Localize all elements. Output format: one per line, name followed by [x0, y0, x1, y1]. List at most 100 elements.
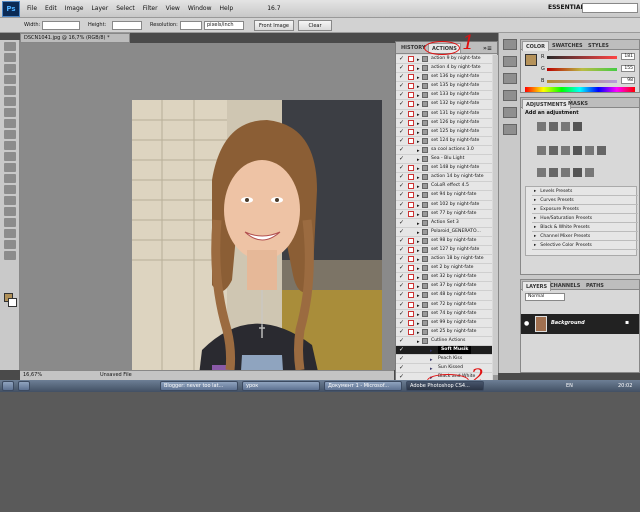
r-value[interactable]: 181	[621, 53, 635, 60]
b-value[interactable]: 98	[621, 77, 635, 84]
action-set-row[interactable]: ✓ ▸ CoLoR effect 4.5	[396, 182, 492, 192]
dialog-toggle-icon[interactable]	[408, 92, 414, 99]
preset-black-white[interactable]: ▸ Black & White Presets	[532, 225, 638, 232]
menu-filter[interactable]: Filter	[143, 5, 158, 12]
expand-triangle-icon[interactable]: ▸	[417, 65, 420, 73]
g-slider[interactable]	[547, 68, 617, 71]
lasso-tool-icon[interactable]	[4, 64, 16, 73]
action-set-row[interactable]: ✓ ▸ action 18 by night-fate	[396, 255, 492, 265]
toggle-check-icon[interactable]: ✓	[399, 110, 405, 117]
action-set-row[interactable]: ✓ ▸ set 126 by night-fate	[396, 119, 492, 128]
dialog-toggle-icon[interactable]	[408, 110, 414, 117]
preset-channel-mixer[interactable]: ▸ Channel Mixer Presets	[532, 234, 638, 241]
action-set-row[interactable]: ✓ ▸ Cutline Actions	[396, 337, 492, 346]
expand-triangle-icon[interactable]: ▸	[417, 92, 420, 100]
move-tool-icon[interactable]	[4, 42, 16, 51]
dialog-toggle-icon[interactable]	[408, 101, 414, 108]
3d-rotate-tool-icon[interactable]	[4, 229, 16, 238]
eraser-tool-icon[interactable]	[4, 152, 16, 161]
dialog-toggle-icon[interactable]	[408, 292, 414, 299]
blend-mode-select[interactable]: Normal	[525, 293, 565, 301]
taskbar-item-blogger[interactable]: Blogger: never too lat...	[160, 381, 238, 391]
tab-masks[interactable]: MASKS	[565, 99, 591, 109]
toggle-check-icon[interactable]: ✓	[399, 128, 405, 135]
color-balance-icon[interactable]	[561, 146, 570, 155]
toggle-check-icon[interactable]: ✓	[399, 292, 405, 298]
expand-triangle-icon[interactable]: ▸	[417, 74, 420, 82]
layer-row-background[interactable]: ● Background ▪	[521, 314, 639, 334]
action-set-row[interactable]: ✓ ▸ set 37 by night-fate	[396, 282, 492, 292]
taskbar-item-folder[interactable]: урок	[242, 381, 320, 391]
action-set-row[interactable]: ✓ ▸ set 74 by night-fate	[396, 310, 492, 319]
toggle-check-icon[interactable]: ✓	[399, 301, 405, 308]
tab-paths[interactable]: PATHS	[583, 281, 607, 291]
expand-triangle-icon[interactable]: ▸	[417, 138, 420, 146]
resolution-input[interactable]	[180, 21, 202, 30]
expand-triangle-icon[interactable]: ▸	[417, 120, 420, 128]
menu-layer[interactable]: Layer	[91, 5, 108, 12]
action-set-row[interactable]: ✓ ▸ Action Set 3	[396, 219, 492, 228]
action-set-row[interactable]: ✓ ▸ set 32 by night-fate	[396, 273, 492, 283]
gradient-map-icon[interactable]	[573, 168, 582, 177]
healing-brush-tool-icon[interactable]	[4, 108, 16, 117]
toggle-check-icon[interactable]: ✓	[399, 310, 405, 317]
width-input[interactable]	[42, 21, 80, 30]
toggle-check-icon[interactable]: ✓	[399, 137, 405, 144]
dialog-toggle-icon[interactable]	[408, 119, 414, 126]
expand-triangle-icon[interactable]: ▸	[417, 202, 420, 210]
toggle-check-icon[interactable]: ✓	[399, 228, 405, 235]
action-set-row[interactable]: ✓ ▸ set 77 by night-fate	[396, 210, 492, 219]
taskbar-item-photoshop[interactable]: Adobe Photoshop CS4...	[406, 381, 484, 391]
expand-triangle-icon[interactable]: ▸	[430, 347, 433, 355]
dialog-toggle-icon[interactable]	[408, 192, 414, 199]
dialog-toggle-icon[interactable]	[408, 65, 414, 72]
expand-triangle-icon[interactable]: ▸	[417, 302, 420, 310]
toggle-check-icon[interactable]: ✓	[399, 319, 405, 326]
invert-icon[interactable]	[537, 168, 546, 177]
expand-triangle-icon[interactable]: ▸	[417, 274, 420, 282]
dialog-toggle-icon[interactable]	[408, 56, 414, 62]
toggle-check-icon[interactable]: ✓	[399, 156, 405, 162]
magic-wand-tool-icon[interactable]	[4, 75, 16, 84]
vibrance-icon[interactable]	[537, 146, 546, 155]
taskbar-item-word[interactable]: Документ 1 - Microsof...	[324, 381, 402, 391]
toggle-check-icon[interactable]: ✓	[399, 219, 405, 226]
dialog-toggle-icon[interactable]	[408, 210, 414, 217]
toggle-check-icon[interactable]: ✓	[399, 274, 405, 280]
path-selection-tool-icon[interactable]	[4, 207, 16, 216]
action-set-row[interactable]: ✓ ▸ set 148 by night-fate	[396, 164, 492, 174]
toggle-check-icon[interactable]: ✓	[399, 174, 405, 180]
action-set-row[interactable]: ✓ ▸ Sea - Blu Light	[396, 155, 492, 165]
menu-image[interactable]: Image	[65, 5, 84, 12]
toggle-check-icon[interactable]: ✓	[399, 201, 405, 208]
dock-character-icon[interactable]	[503, 107, 517, 118]
color-ramp[interactable]	[525, 87, 635, 92]
menu-select[interactable]: Select	[116, 5, 135, 12]
history-brush-tool-icon[interactable]	[4, 141, 16, 150]
expand-triangle-icon[interactable]: ▸	[417, 129, 420, 137]
expand-triangle-icon[interactable]: ▸	[417, 156, 420, 164]
expand-triangle-icon[interactable]: ▸	[430, 356, 433, 364]
hue-saturation-icon[interactable]	[549, 146, 558, 155]
expand-triangle-icon[interactable]: ▸	[417, 256, 420, 264]
expand-triangle-icon[interactable]: ▸	[417, 165, 420, 173]
toggle-check-icon[interactable]: ✓	[399, 74, 405, 80]
preset-exposure[interactable]: ▸ Exposure Presets	[532, 207, 638, 214]
exposure-icon[interactable]	[573, 122, 582, 131]
action-set-row[interactable]: ✓ ▸ set 125 by night-fate	[396, 128, 492, 137]
dialog-toggle-icon[interactable]	[408, 128, 414, 135]
action-set-row[interactable]: ✓ ▸ set 135 by night-fate	[396, 82, 492, 92]
brush-tool-icon[interactable]	[4, 119, 16, 128]
action-set-row[interactable]: ✓ ▸ sa cool actions 3.0	[396, 146, 492, 156]
color-fg-swatch[interactable]	[525, 54, 537, 66]
action-set-row[interactable]: ✓ ▸ set 133 by night-fate	[396, 91, 492, 101]
expand-triangle-icon[interactable]: ▸	[417, 238, 420, 246]
action-set-row[interactable]: ✓ ▸ set 131 by night-fate	[396, 110, 492, 119]
dialog-toggle-icon[interactable]	[408, 328, 414, 335]
dialog-toggle-icon[interactable]	[408, 183, 414, 190]
menu-window[interactable]: Window	[188, 5, 212, 12]
dock-brushes-icon[interactable]	[503, 73, 517, 84]
crop-tool-icon[interactable]	[4, 86, 16, 95]
menu-help[interactable]: Help	[220, 5, 234, 12]
menu-file[interactable]: File	[27, 5, 37, 12]
